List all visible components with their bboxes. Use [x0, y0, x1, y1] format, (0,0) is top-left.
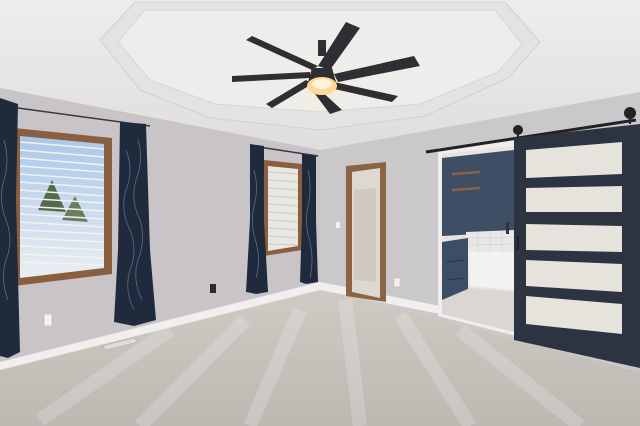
outlet-right: [393, 277, 401, 288]
back-window: [264, 160, 302, 256]
barn-door-glass-2: [526, 186, 622, 212]
outlet-left: [43, 313, 53, 327]
bedroom-illustration: [0, 0, 640, 426]
barn-door[interactable]: [514, 124, 640, 368]
bedroom-photo: [0, 0, 640, 426]
left-window: [14, 128, 112, 286]
barn-door-glass-3: [526, 224, 622, 252]
outlet-back: [210, 284, 216, 293]
bathroom-doorway: [438, 140, 516, 336]
bath-tub: [468, 252, 514, 290]
